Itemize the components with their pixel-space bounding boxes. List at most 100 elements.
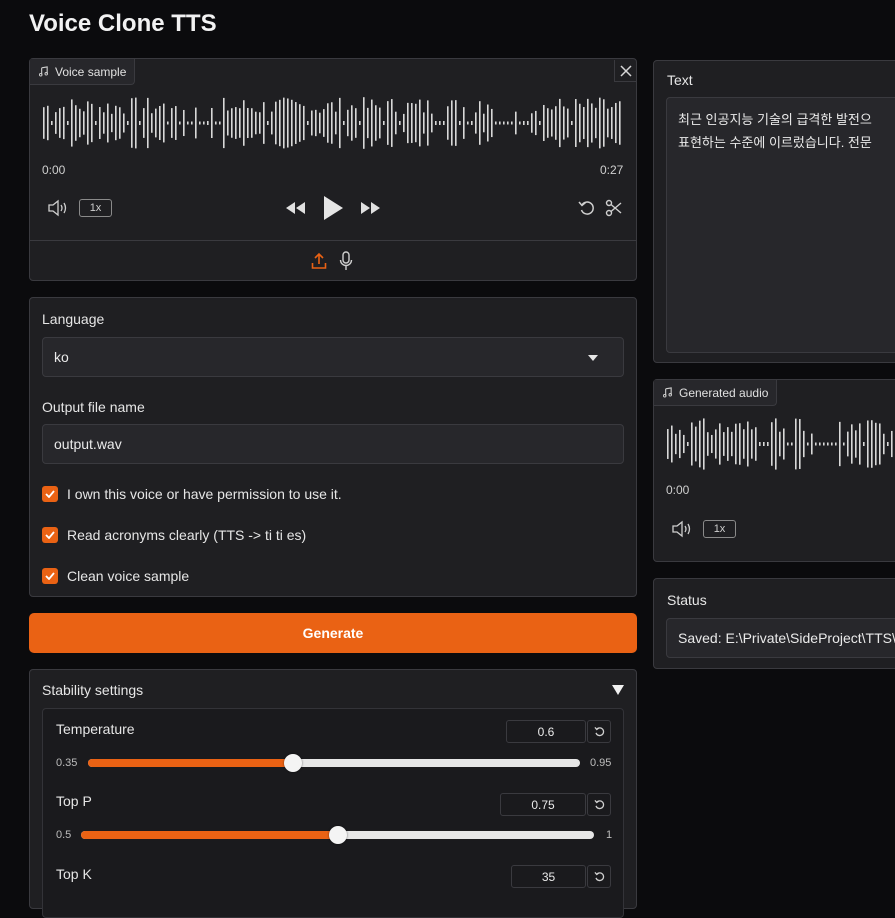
stability-settings-title[interactable]: Stability settings	[42, 682, 143, 698]
waveform-bar	[567, 108, 569, 138]
microphone-icon	[339, 251, 353, 270]
waveform-bar	[123, 113, 125, 133]
waveform-bar	[347, 109, 349, 137]
waveform-bar	[471, 121, 473, 125]
waveform-bar	[95, 121, 97, 125]
volume-icon	[672, 520, 691, 538]
waveform-bar	[411, 103, 413, 143]
voice-sample-waveform[interactable]	[42, 97, 622, 149]
waveform-bar	[103, 112, 105, 134]
waveform-bar	[683, 434, 685, 454]
temperature-slider[interactable]	[88, 754, 580, 772]
clean-sample-checkbox-label: Clean voice sample	[67, 568, 190, 584]
top-p-slider[interactable]	[81, 826, 594, 844]
output-file-input[interactable]: output.wav	[42, 424, 624, 464]
temperature-slider-thumb[interactable]	[284, 754, 302, 772]
waveform-bar	[871, 420, 873, 468]
play-button[interactable]	[320, 194, 346, 222]
acronyms-checkbox-row[interactable]: Read acronyms clearly (TTS -> ti ti es)	[42, 527, 306, 543]
playback-speed-button[interactable]: 1x	[79, 199, 112, 217]
fast-forward-button[interactable]	[359, 198, 383, 218]
fast-forward-icon	[361, 202, 380, 214]
upload-button[interactable]	[309, 250, 329, 272]
waveform-bar	[591, 103, 593, 143]
permission-checkbox-row[interactable]: I own this voice or have permission to u…	[42, 486, 342, 502]
volume-button[interactable]	[46, 197, 70, 219]
waveform-bar	[555, 106, 557, 140]
temperature-reset-button[interactable]	[587, 720, 611, 743]
waveform-bar	[199, 121, 201, 125]
language-label: Language	[42, 311, 105, 327]
record-button[interactable]	[336, 250, 356, 272]
waveform-bar	[267, 121, 269, 125]
waveform-bar	[859, 423, 861, 465]
language-dropdown[interactable]: ko	[42, 337, 624, 377]
waveform-bar	[619, 101, 621, 145]
waveform-bar	[583, 107, 585, 139]
waveform-bar	[679, 429, 681, 459]
close-button[interactable]	[614, 60, 636, 82]
waveform-bar	[355, 108, 357, 138]
undo-button[interactable]	[577, 197, 597, 219]
generated-playback-speed-button[interactable]: 1x	[703, 520, 736, 538]
waveform-bar	[303, 105, 305, 141]
top-p-reset-button[interactable]	[587, 793, 611, 816]
waveform-bar	[699, 420, 701, 468]
waveform-bar	[487, 104, 489, 142]
undo-icon	[578, 201, 594, 215]
page-title: Voice Clone TTS	[29, 10, 217, 37]
waveform-bar	[483, 113, 485, 133]
waveform-bar	[147, 97, 149, 149]
acronyms-checkbox[interactable]	[42, 527, 58, 543]
waveform-bar	[107, 103, 109, 143]
waveform-bar	[751, 429, 753, 459]
waveform-bar	[827, 442, 829, 446]
temperature-slider-fill	[88, 759, 293, 767]
waveform-bar	[343, 121, 345, 125]
waveform-bar	[743, 429, 745, 459]
waveform-bar	[883, 433, 885, 455]
waveform-bar	[667, 429, 669, 459]
clean-sample-checkbox[interactable]	[42, 568, 58, 584]
waveform-bar	[747, 421, 749, 467]
waveform-bar	[227, 110, 229, 136]
clean-sample-checkbox-row[interactable]: Clean voice sample	[42, 568, 189, 584]
language-value: ko	[54, 349, 69, 365]
waveform-bar	[435, 121, 437, 125]
waveform-bar	[467, 121, 469, 125]
waveform-bar	[787, 442, 789, 446]
waveform-bar	[755, 427, 757, 461]
generated-audio-waveform[interactable]	[666, 418, 895, 470]
text-line-2: 표현하는 수준에 이르렀습니다. 전문	[678, 135, 872, 150]
waveform-bar	[127, 121, 129, 125]
waveform-bar	[151, 113, 153, 133]
waveform-bar	[875, 422, 877, 466]
waveform-bar	[319, 112, 321, 134]
top-k-reset-button[interactable]	[587, 865, 611, 888]
waveform-bar	[187, 121, 189, 125]
waveform-bar	[255, 111, 257, 135]
waveform-bar	[803, 430, 805, 458]
dropdown-arrow-icon	[588, 355, 598, 361]
temperature-input[interactable]: 0.6	[506, 720, 586, 743]
top-p-input[interactable]: 0.75	[500, 793, 586, 816]
top-p-slider-thumb[interactable]	[329, 826, 347, 844]
top-k-input[interactable]: 35	[511, 865, 586, 888]
waveform-bar	[403, 113, 405, 133]
waveform-bar	[99, 107, 101, 139]
text-input[interactable]: 최근 인공지능 기술의 급격한 발전으 표현하는 수준에 이르렀습니다. 전문	[666, 97, 895, 353]
waveform-bar	[219, 121, 221, 125]
permission-checkbox[interactable]	[42, 486, 58, 502]
waveform-bar	[771, 422, 773, 466]
rewind-button[interactable]	[283, 198, 307, 218]
collapse-arrow-icon[interactable]	[612, 685, 624, 695]
waveform-bar	[299, 104, 301, 142]
generate-button[interactable]: Generate	[29, 613, 637, 653]
status-label: Status	[667, 592, 707, 608]
generated-volume-button[interactable]	[670, 518, 694, 540]
waveform-bar	[671, 425, 673, 463]
waveform-bar	[791, 442, 793, 446]
voice-sample-time-start: 0:00	[42, 163, 66, 177]
waveform-bar	[707, 432, 709, 456]
trim-button[interactable]	[604, 197, 624, 219]
